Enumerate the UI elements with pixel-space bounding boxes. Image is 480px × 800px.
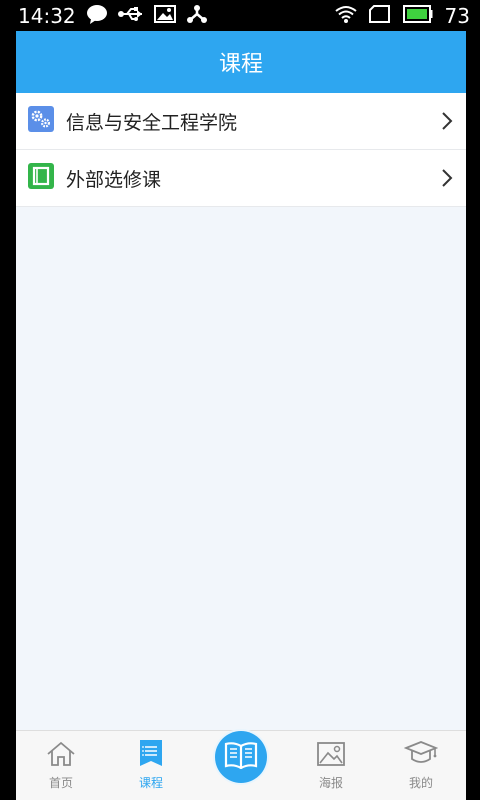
tab-courses[interactable]: 课程 bbox=[106, 730, 196, 800]
status-bar: 14:32 73 bbox=[0, 0, 480, 31]
tab-label: 首页 bbox=[48, 776, 73, 790]
image-icon bbox=[153, 4, 176, 27]
chevron-right-icon bbox=[440, 111, 454, 131]
bottom-tab-bar: 首页 课程 海报 我的 bbox=[16, 730, 466, 800]
list-item-label: 外部选修课 bbox=[66, 168, 162, 191]
center-action-button[interactable] bbox=[215, 731, 267, 783]
book-icon bbox=[28, 163, 54, 193]
usb-icon bbox=[117, 6, 144, 26]
app-screen: 课程 信息与安全工程学院 外部选修课 首页 课程 海报 我的 bbox=[16, 31, 466, 800]
tab-label: 我的 bbox=[408, 776, 433, 790]
page-title: 课程 bbox=[218, 52, 263, 77]
chevron-right-icon bbox=[440, 168, 454, 188]
home-icon bbox=[46, 741, 76, 771]
list-item-info-security-college[interactable]: 信息与安全工程学院 bbox=[16, 93, 466, 150]
open-book-icon bbox=[224, 741, 258, 773]
sim-icon bbox=[368, 4, 391, 27]
tab-mine[interactable]: 我的 bbox=[376, 730, 466, 800]
chat-icon bbox=[86, 4, 108, 28]
course-list: 信息与安全工程学院 外部选修课 bbox=[16, 93, 466, 207]
list-item-label: 信息与安全工程学院 bbox=[66, 111, 238, 134]
status-time: 14:32 bbox=[18, 3, 76, 28]
tab-label: 课程 bbox=[138, 776, 163, 790]
battery-level: 73 bbox=[444, 3, 470, 28]
list-item-external-electives[interactable]: 外部选修课 bbox=[16, 150, 466, 207]
list-icon bbox=[138, 739, 164, 771]
gears-icon bbox=[28, 106, 54, 136]
share-icon bbox=[186, 4, 208, 28]
wifi-icon bbox=[334, 5, 357, 27]
tab-label: 海报 bbox=[318, 776, 343, 790]
page-header: 课程 bbox=[16, 31, 466, 93]
tab-posters[interactable]: 海报 bbox=[286, 730, 376, 800]
tab-home[interactable]: 首页 bbox=[16, 730, 106, 800]
battery-icon bbox=[402, 4, 433, 27]
picture-icon bbox=[316, 741, 346, 771]
tab-center-read[interactable] bbox=[196, 730, 286, 800]
graduation-cap-icon bbox=[403, 739, 439, 771]
